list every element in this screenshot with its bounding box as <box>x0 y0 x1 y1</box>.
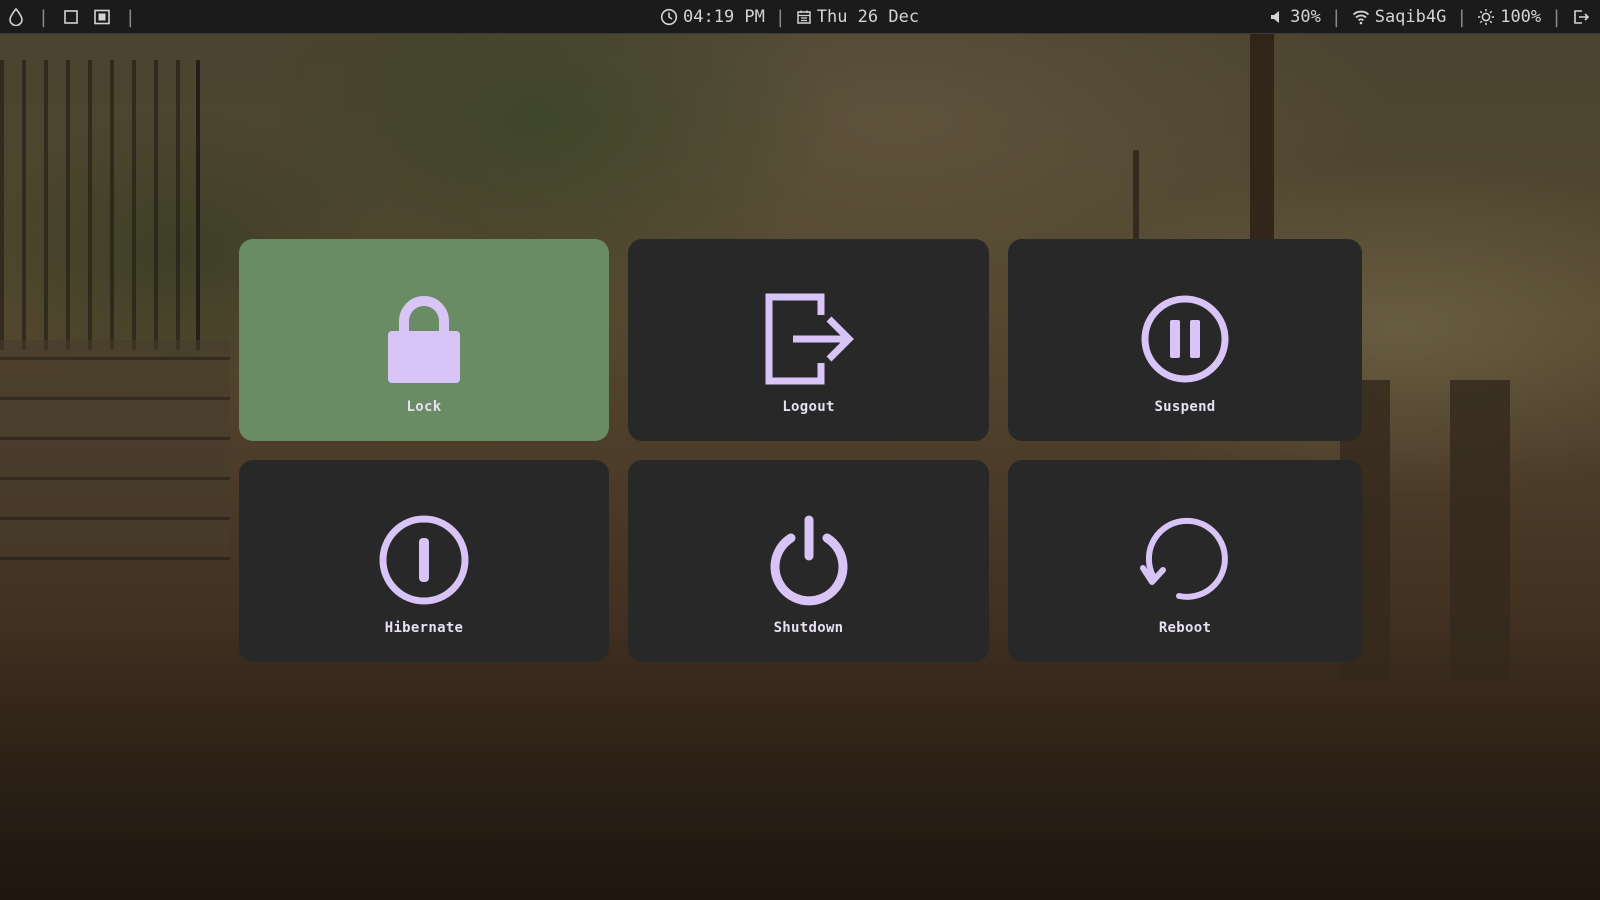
sun-icon <box>1478 9 1495 25</box>
shutdown-button[interactable]: Shutdown <box>628 460 989 662</box>
power-icon <box>763 514 855 606</box>
top-bar-left: | | <box>8 0 136 34</box>
hibernate-button[interactable]: Hibernate <box>239 460 609 662</box>
power-menu: Lock Logout Suspend Hibernate Shutdown R… <box>239 239 1362 662</box>
clock-icon <box>660 8 678 26</box>
window-filled-icon[interactable] <box>93 9 111 25</box>
window-outline-icon[interactable] <box>63 9 79 25</box>
droplet-icon[interactable] <box>8 8 24 26</box>
lock-button[interactable]: Lock <box>239 239 609 441</box>
hibernate-icon <box>378 514 470 606</box>
hibernate-label: Hibernate <box>384 620 464 636</box>
wallpaper-road <box>0 640 1600 900</box>
wallpaper-fence <box>0 60 200 350</box>
wifi-ssid: Saqib4G <box>1374 7 1447 27</box>
wifi-widget[interactable]: Saqib4G <box>1352 7 1447 27</box>
reboot-label: Reboot <box>1158 620 1212 636</box>
calendar-widget[interactable]: Thu 26 Dec <box>796 7 919 27</box>
shutdown-label: Shutdown <box>773 620 844 636</box>
wallpaper-wall <box>0 340 230 560</box>
top-bar: | | 04:19 PM | Thu 26 Dec 30% | Saqib4G … <box>0 0 1600 34</box>
top-bar-center: 04:19 PM | Thu 26 Dec <box>660 0 919 34</box>
logout-button[interactable]: Logout <box>628 239 989 441</box>
speaker-icon <box>1271 11 1280 23</box>
separator: | <box>38 6 49 28</box>
volume-widget[interactable]: 30% <box>1269 7 1321 27</box>
separator: | <box>1330 6 1342 28</box>
clock-widget[interactable]: 04:19 PM <box>660 7 765 27</box>
wallpaper-pole <box>1250 34 1274 244</box>
calendar-icon <box>796 10 811 24</box>
lock-icon <box>378 293 470 385</box>
exit-icon[interactable] <box>1572 8 1590 26</box>
separator: | <box>124 6 136 28</box>
separator: | <box>1456 6 1468 28</box>
volume-value: 30% <box>1290 7 1321 27</box>
suspend-button[interactable]: Suspend <box>1008 239 1362 441</box>
brightness-widget[interactable]: 100% <box>1477 7 1541 27</box>
calendar-date: Thu 26 Dec <box>816 7 920 27</box>
separator: | <box>774 6 786 28</box>
pause-icon <box>1139 293 1231 385</box>
top-bar-right: 30% | Saqib4G | 100% | <box>1269 0 1590 34</box>
separator: | <box>1551 6 1562 28</box>
wallpaper-pole-small <box>1133 150 1139 240</box>
reboot-icon <box>1139 514 1231 606</box>
logout-icon <box>763 293 855 385</box>
logout-label: Logout <box>782 399 835 415</box>
reboot-button[interactable]: Reboot <box>1008 460 1362 662</box>
wifi-icon <box>1352 10 1369 25</box>
clock-time: 04:19 PM <box>683 7 765 27</box>
brightness-value: 100% <box>1500 7 1542 27</box>
lock-label: Lock <box>406 399 442 415</box>
suspend-label: Suspend <box>1154 399 1216 415</box>
